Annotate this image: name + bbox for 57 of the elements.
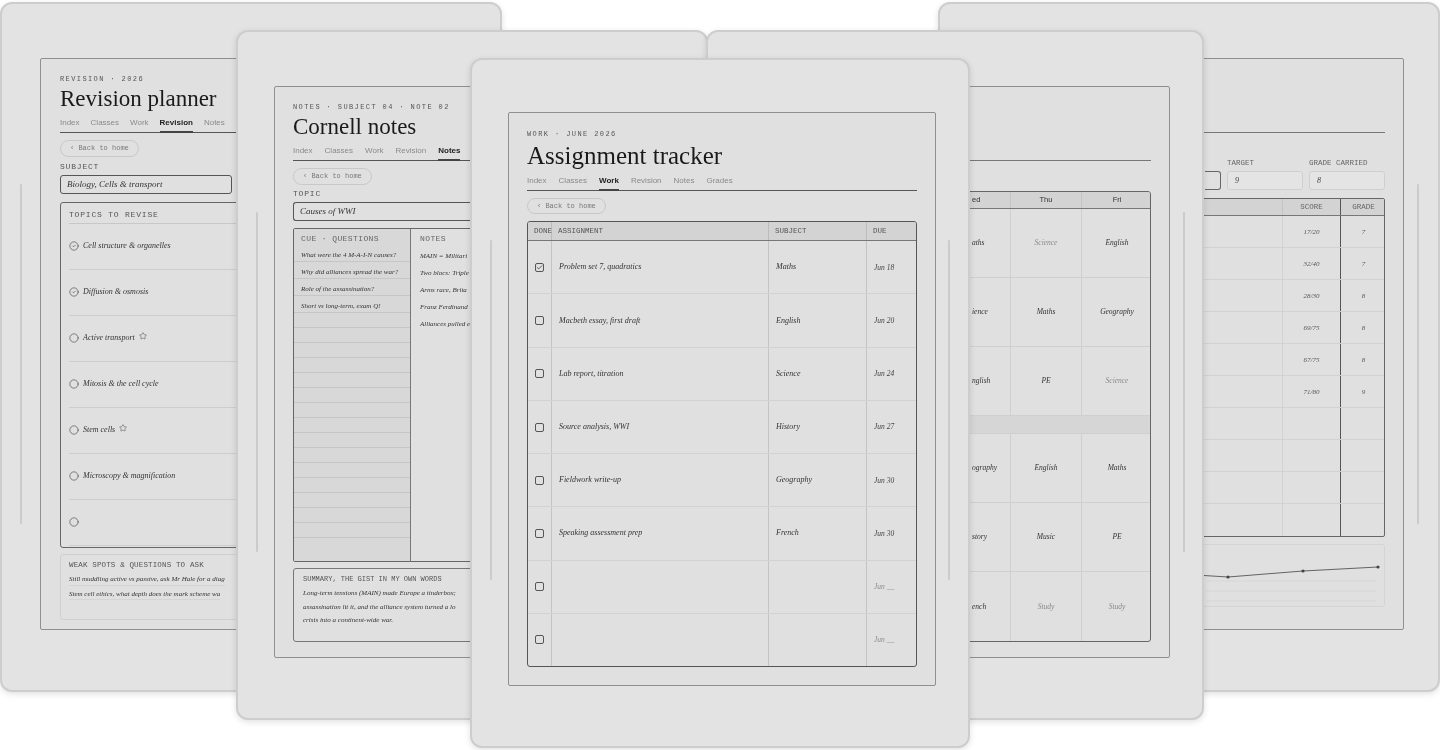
nav-tab[interactable]: Work bbox=[599, 174, 619, 191]
check-icon bbox=[536, 263, 543, 271]
topic-text: Diffusion & osmosis bbox=[83, 286, 149, 299]
column-heading: NOTES bbox=[419, 232, 447, 245]
nav-tab[interactable]: Work bbox=[365, 145, 384, 161]
nav-tab[interactable]: Index bbox=[60, 117, 80, 133]
checkbox[interactable] bbox=[535, 582, 544, 592]
nav-tab[interactable]: Notes bbox=[203, 117, 225, 133]
page-title: Cornell notes bbox=[293, 112, 417, 141]
checked-circle-icon[interactable] bbox=[69, 287, 79, 298]
table-cell: Fieldwork write-up bbox=[559, 474, 621, 487]
nav-tab[interactable]: Revision bbox=[159, 117, 193, 134]
table-cell: Macbeth essay, first draft bbox=[559, 314, 641, 327]
table-cell: French bbox=[776, 527, 799, 540]
checkbox[interactable] bbox=[535, 475, 544, 485]
subject-field[interactable]: Biology, Cells & transport bbox=[60, 174, 232, 194]
nav-tab[interactable]: Revision bbox=[395, 145, 427, 161]
field-label: SUBJECT bbox=[60, 160, 100, 173]
field-label: TOPIC bbox=[293, 187, 321, 200]
nav-tab[interactable]: Index bbox=[527, 174, 547, 190]
checkbox[interactable] bbox=[535, 422, 544, 432]
table-cell: Speaking assessment prep bbox=[559, 527, 643, 540]
nav-tab[interactable]: Classes bbox=[558, 174, 588, 190]
table-cell: Geography bbox=[776, 474, 812, 487]
table-cell: Lab report, titration bbox=[559, 367, 624, 380]
nav-tab[interactable]: Classes bbox=[324, 145, 354, 161]
topic-text: Stem cells bbox=[83, 424, 116, 437]
topic-text: Mitosis & the cell cycle bbox=[83, 378, 159, 391]
nav-tab[interactable]: Notes bbox=[438, 145, 461, 162]
table-cell: Science bbox=[776, 367, 801, 380]
table-cell: History bbox=[776, 421, 800, 433]
checkbox[interactable] bbox=[535, 369, 544, 379]
nav-tab[interactable]: Notes bbox=[673, 174, 695, 190]
nav-tab[interactable]: Work bbox=[130, 117, 149, 133]
topic-text: Microscopy & magnification bbox=[83, 470, 176, 483]
nav-tab[interactable]: Grades bbox=[706, 174, 733, 190]
page-title: Revision planner bbox=[60, 84, 217, 113]
nav-tab[interactable]: Index bbox=[293, 145, 313, 161]
checkbox[interactable] bbox=[535, 635, 544, 645]
checked-circle-icon[interactable] bbox=[69, 241, 79, 252]
topic-field[interactable]: Causes of WWI bbox=[293, 201, 473, 221]
topic-text: Cell structure & organelles bbox=[83, 240, 171, 253]
table-cell: Source analysis, WWI bbox=[559, 421, 630, 433]
topic-text: Active transport bbox=[83, 332, 135, 345]
table-cell: Maths bbox=[776, 261, 796, 274]
checkbox[interactable] bbox=[535, 528, 544, 538]
checkbox[interactable] bbox=[535, 316, 544, 326]
checkbox[interactable] bbox=[535, 262, 544, 272]
column-heading: CUE · QUESTIONS bbox=[300, 232, 380, 245]
input-field[interactable]: 8 bbox=[1309, 171, 1385, 191]
nav-tab[interactable]: Revision bbox=[630, 174, 662, 190]
input-field[interactable]: 9 bbox=[1227, 171, 1303, 191]
table-cell: English bbox=[776, 314, 801, 327]
page-title: Assignment tracker bbox=[527, 140, 723, 171]
nav-tab[interactable]: Classes bbox=[90, 117, 120, 133]
table-cell: Problem set 7, quadratics bbox=[559, 261, 642, 274]
input-field[interactable] bbox=[1205, 171, 1221, 191]
